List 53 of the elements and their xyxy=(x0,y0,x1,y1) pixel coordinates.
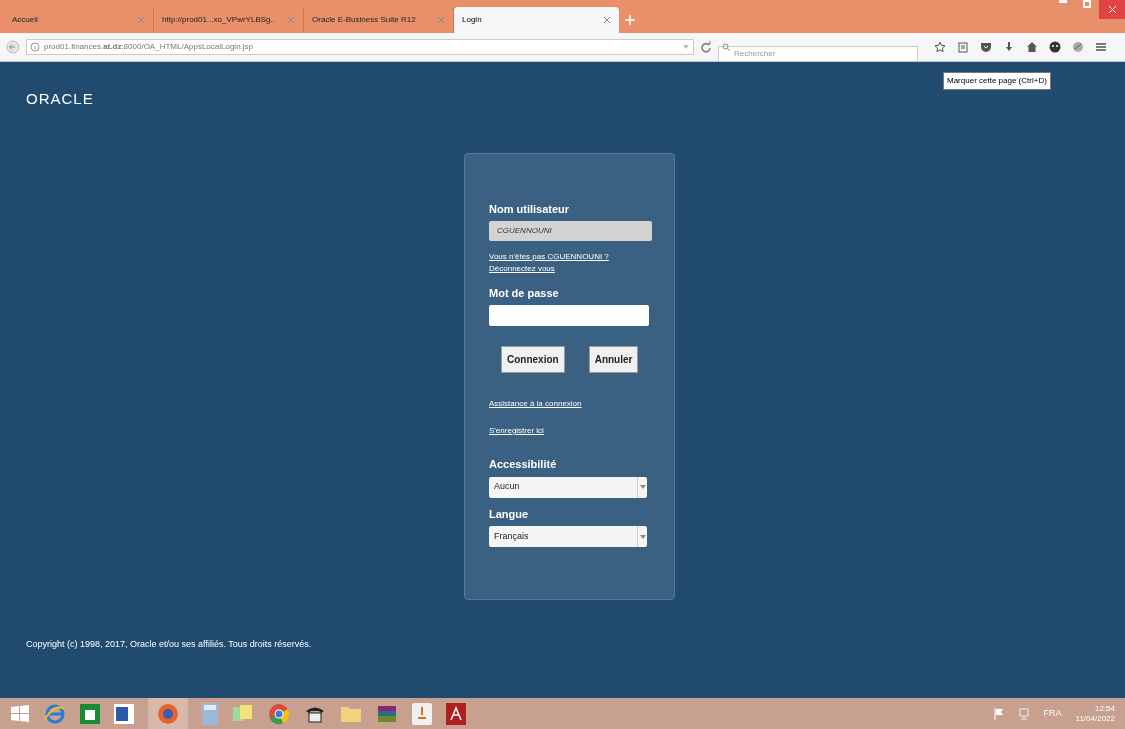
extension-icon[interactable] xyxy=(1072,41,1084,53)
accessibility-label: Accessibilité xyxy=(489,457,558,472)
search-icon xyxy=(722,43,731,52)
folder-icon[interactable] xyxy=(340,704,362,723)
home-icon[interactable] xyxy=(1026,41,1038,53)
username-label: Nom utilisateur xyxy=(489,202,571,217)
accessibility-select[interactable]: Aucun xyxy=(489,476,647,498)
windows-start-icon[interactable] xyxy=(10,703,30,724)
oracle-logo: ORACLE xyxy=(26,89,94,109)
pdf-reader-icon[interactable] xyxy=(446,702,466,725)
url-text: prod01.finances.at.dz:8000/OA_HTML/AppsLocalLogin.jsp xyxy=(44,41,254,53)
download-icon[interactable] xyxy=(1003,41,1015,53)
language-label: Langue xyxy=(489,506,530,522)
copyright-text: Copyright (c) 1998, 2017, Oracle et/ou ses affiliés. Tous droits réservés. xyxy=(26,638,312,651)
smiley-icon[interactable] xyxy=(1049,41,1061,53)
password-field[interactable] xyxy=(489,305,649,326)
language-select[interactable]: Français xyxy=(489,526,647,547)
close-button[interactable] xyxy=(1099,0,1125,19)
chrome-icon[interactable] xyxy=(268,702,290,725)
pocket-icon[interactable] xyxy=(980,41,992,53)
network-icon[interactable] xyxy=(1017,707,1030,720)
password-label: Mot de passe xyxy=(489,285,560,301)
menu-icon[interactable] xyxy=(1095,41,1107,53)
calculator-icon[interactable] xyxy=(202,702,218,725)
not-you-link[interactable]: Vous n'êtes pas CGUENNOUNI ? xyxy=(489,250,654,263)
close-icon[interactable] xyxy=(603,16,611,24)
dropdown-icon[interactable] xyxy=(682,43,690,51)
register-link[interactable]: S'enregistrer ici xyxy=(489,425,654,437)
browser-e-icon[interactable] xyxy=(44,702,66,725)
reload-icon[interactable] xyxy=(700,41,712,53)
address-field[interactable]: prod01.finances.at.dz:8000/OA_HTML/AppsLocalLogin.jsp xyxy=(26,39,694,55)
firefox-icon[interactable] xyxy=(157,702,179,725)
tooltip: Marquer cette page (Ctrl+D) xyxy=(943,72,1051,90)
chevron-icon xyxy=(639,485,646,489)
username-field[interactable]: CGUENNOUNI xyxy=(489,220,652,241)
sticky-notes-icon[interactable] xyxy=(232,703,254,724)
chevron-icon xyxy=(639,534,646,539)
flag-icon[interactable] xyxy=(993,707,1004,720)
help-link[interactable]: Assistance à la connexion xyxy=(489,398,654,410)
star-icon[interactable] xyxy=(934,41,946,53)
login-button[interactable]: Connexion xyxy=(501,346,565,373)
store-icon[interactable] xyxy=(80,703,100,724)
cancel-button[interactable]: Annuler xyxy=(588,346,639,373)
logout-link[interactable]: Déconnectez vous xyxy=(489,262,654,275)
archive-books-icon[interactable] xyxy=(376,703,398,724)
browser-tab[interactable]: Login xyxy=(454,7,619,33)
word-icon[interactable] xyxy=(114,703,134,724)
maximize-icon[interactable] xyxy=(1083,0,1091,8)
back-icon[interactable] xyxy=(6,40,20,54)
search-field[interactable]: Rechercher xyxy=(718,45,918,62)
close-icon xyxy=(1108,6,1116,13)
info-icon[interactable] xyxy=(30,42,40,52)
new-tab-icon[interactable] xyxy=(625,15,635,25)
